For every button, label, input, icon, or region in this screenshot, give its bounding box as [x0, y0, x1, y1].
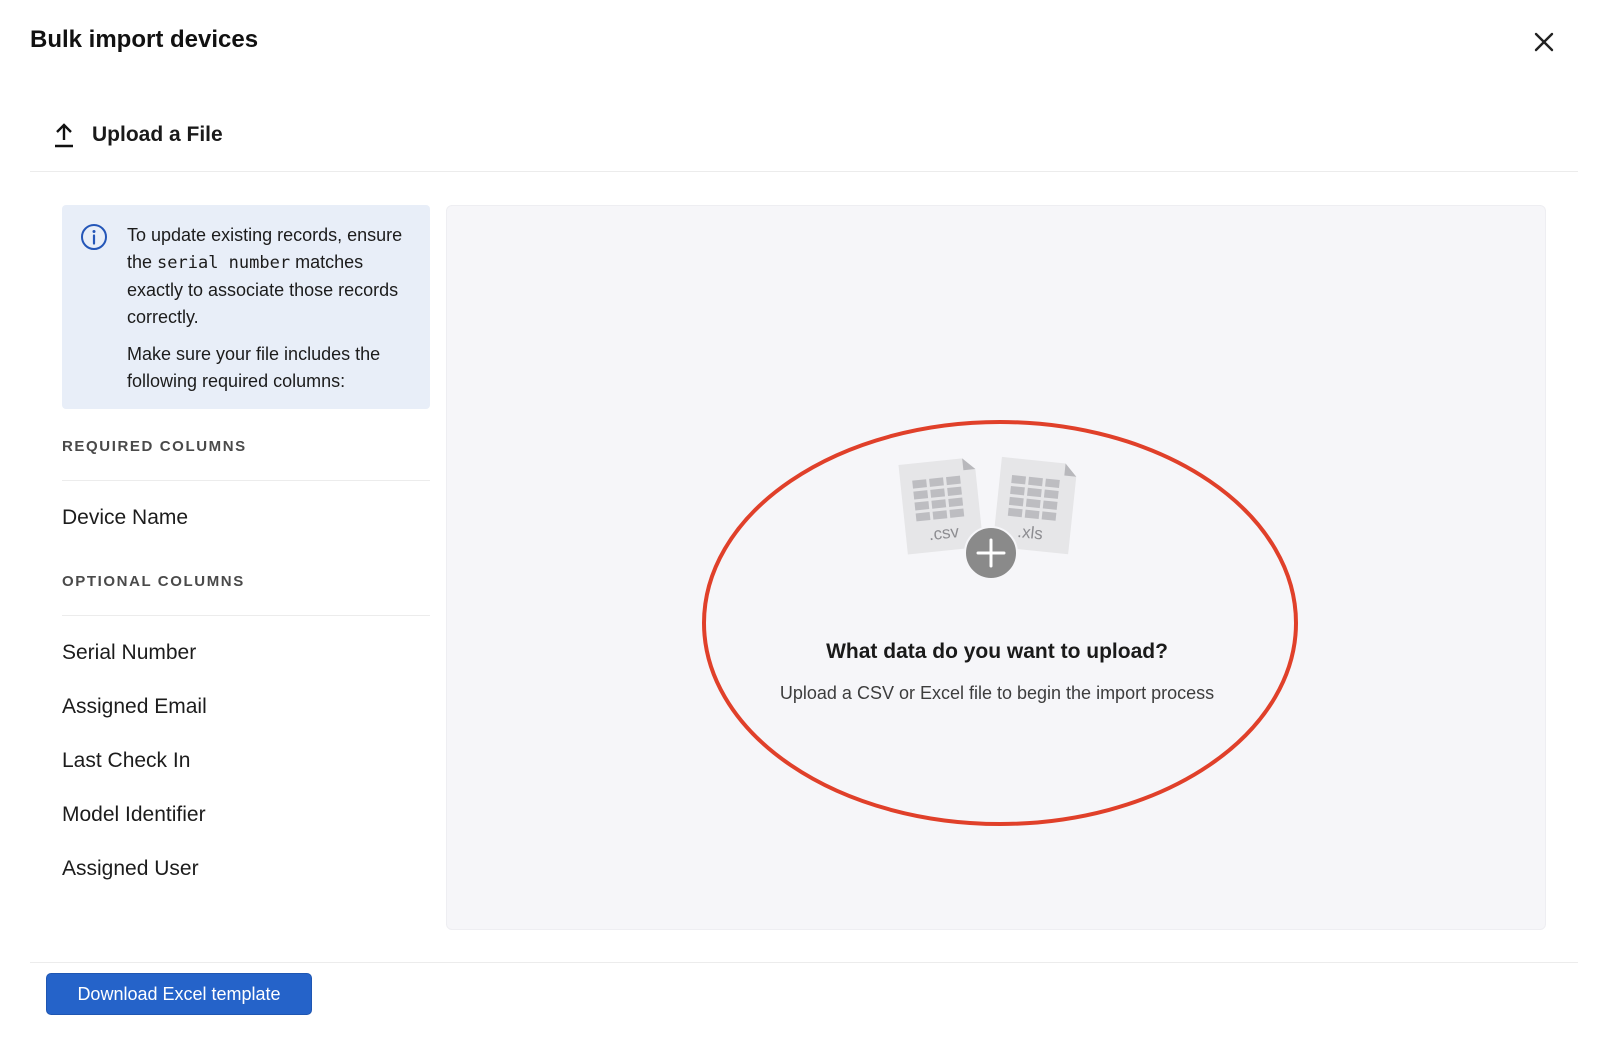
header-divider — [30, 171, 1578, 172]
optional-divider — [62, 615, 430, 616]
info-callout: To update existing records, ensure the s… — [62, 205, 430, 409]
columns-panel: To update existing records, ensure the s… — [62, 205, 430, 930]
close-button[interactable] — [1530, 28, 1558, 56]
info-icon — [81, 224, 107, 250]
optional-column-item: Assigned User — [62, 857, 199, 880]
section-label: Upload a File — [92, 123, 223, 146]
dropzone-subtitle: Upload a CSV or Excel file to begin the … — [779, 683, 1215, 703]
upload-icon — [55, 123, 73, 148]
optional-column-item: Serial Number — [62, 641, 197, 664]
upload-section-header: Upload a File — [52, 118, 223, 152]
spreadsheet-files-icon: .csv .xls — [898, 456, 1077, 580]
dropzone-title: What data do you want to upload? — [826, 640, 1168, 663]
bulk-import-dialog: Bulk import devices Upload a File To upd… — [0, 0, 1600, 1058]
optional-column-item: Last Check In — [62, 749, 191, 772]
required-columns-heading: REQUIRED COLUMNS — [62, 438, 247, 455]
optional-column-item: Model Identifier — [62, 803, 206, 826]
info-text: To update existing records, ensure the s… — [127, 222, 423, 405]
csv-label: .csv — [928, 522, 961, 544]
serial-number-code: serial number — [157, 253, 291, 273]
dialog-title: Bulk import devices — [30, 26, 259, 53]
required-column-item: Device Name — [62, 506, 189, 529]
download-template-button[interactable]: Download Excel template — [46, 973, 312, 1015]
optional-columns-heading: OPTIONAL COLUMNS — [62, 573, 245, 590]
info-paragraph-update: To update existing records, ensure the s… — [127, 222, 423, 331]
info-paragraph-required: Make sure your file includes the followi… — [127, 344, 381, 391]
optional-column-item: Assigned Email — [62, 695, 207, 718]
close-icon — [1534, 32, 1554, 52]
footer-divider — [30, 962, 1578, 963]
file-dropzone[interactable]: .csv .xls What data do you want to uploa… — [446, 205, 1546, 930]
xls-label: .xls — [1016, 522, 1043, 544]
required-divider — [62, 480, 430, 481]
